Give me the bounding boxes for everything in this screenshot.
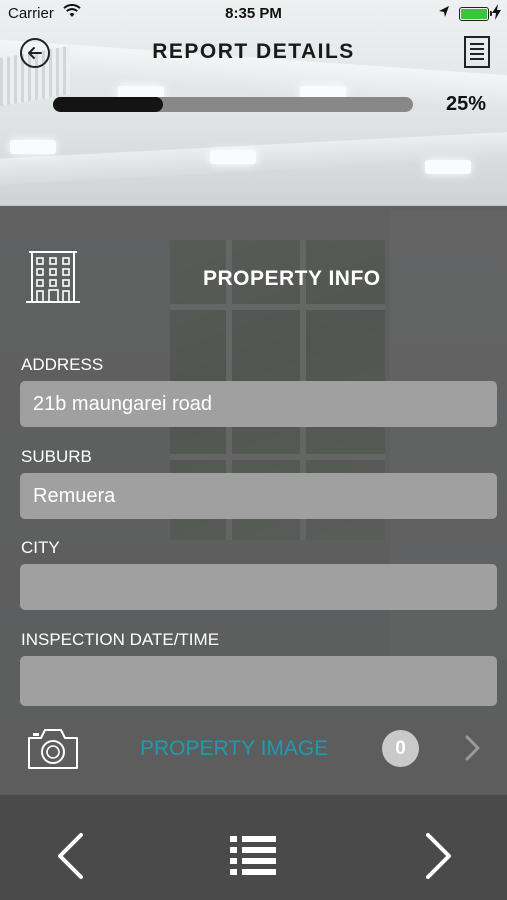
next-button[interactable] — [424, 832, 454, 885]
address-field[interactable] — [20, 381, 497, 427]
image-count-badge: 0 — [382, 730, 419, 767]
inspection-datetime-label: INSPECTION DATE/TIME — [21, 630, 220, 649]
city-label: CITY — [21, 538, 60, 557]
property-image-link[interactable]: PROPERTY IMAGE — [140, 737, 328, 761]
status-bar: Carrier 8:35 PM — [0, 0, 507, 28]
charging-icon — [492, 4, 501, 23]
building-icon — [24, 248, 82, 306]
previous-button[interactable] — [55, 832, 85, 885]
page-title: REPORT DETAILS — [152, 40, 355, 63]
list-button[interactable] — [229, 834, 277, 881]
suburb-label: SUBURB — [21, 447, 92, 466]
property-image-chevron-icon[interactable] — [463, 734, 483, 767]
city-field[interactable] — [20, 564, 497, 610]
location-arrow-icon — [438, 5, 450, 23]
progress-fill — [53, 97, 163, 112]
progress-percent: 25% — [446, 93, 487, 115]
report-menu-button[interactable] — [462, 36, 492, 68]
document-list-icon — [464, 36, 490, 68]
chevron-left-icon — [58, 833, 83, 879]
inspection-datetime-field[interactable] — [20, 656, 497, 706]
clock: 8:35 PM — [225, 5, 282, 22]
list-icon — [230, 836, 276, 875]
suburb-field[interactable] — [20, 473, 497, 519]
chevron-right-icon — [426, 833, 451, 879]
camera-icon[interactable] — [27, 726, 79, 770]
section-title: PROPERTY INFO — [203, 267, 381, 290]
address-label: ADDRESS — [21, 355, 104, 374]
battery-icon — [459, 7, 492, 21]
